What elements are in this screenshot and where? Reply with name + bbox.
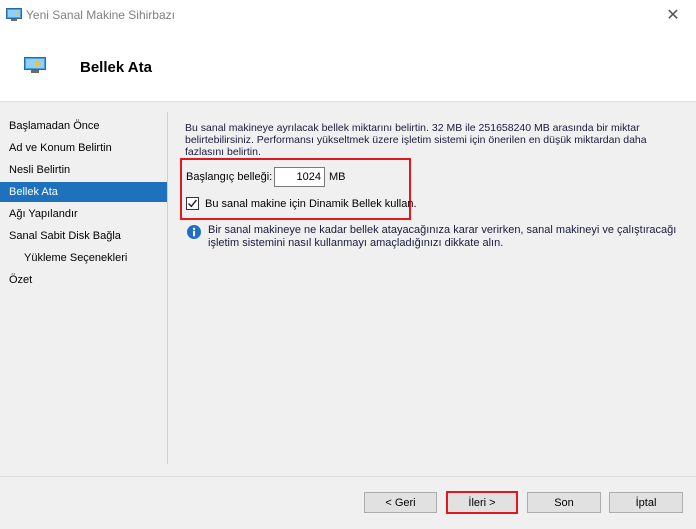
dynamic-memory-label: Bu sanal makine için Dinamik Bellek kull… bbox=[205, 198, 417, 210]
nav-item-before-you-begin[interactable]: Başlamadan Önce bbox=[0, 116, 167, 136]
window-title: Yeni Sanal Makine Sihirbazı bbox=[26, 8, 175, 22]
close-button[interactable]: ✕ bbox=[650, 0, 696, 30]
nav-item-summary[interactable]: Özet bbox=[0, 270, 167, 290]
virtual-machine-icon bbox=[6, 8, 22, 21]
nav-item-configure-network[interactable]: Ağı Yapılandır bbox=[0, 204, 167, 224]
close-icon: ✕ bbox=[666, 7, 680, 24]
virtual-machine-icon bbox=[24, 57, 46, 73]
nav-item-installation-options[interactable]: Yükleme Seçenekleri bbox=[0, 248, 167, 268]
memory-unit-label: MB bbox=[329, 171, 346, 183]
next-button[interactable]: İleri > bbox=[446, 491, 518, 514]
nav-item-generation[interactable]: Nesli Belirtin bbox=[0, 160, 167, 180]
dynamic-memory-checkbox[interactable] bbox=[186, 197, 199, 210]
cancel-button[interactable]: İptal bbox=[609, 492, 683, 513]
startup-memory-label: Başlangıç belleği: bbox=[186, 171, 273, 183]
finish-button[interactable]: Son bbox=[527, 492, 601, 513]
title-bar: Yeni Sanal Makine Sihirbazı ✕ bbox=[0, 0, 696, 30]
nav-item-name-location[interactable]: Ad ve Konum Belirtin bbox=[0, 138, 167, 158]
nav-item-assign-memory[interactable]: Bellek Ata bbox=[0, 182, 167, 202]
info-text: Bir sanal makineye ne kadar bellek ataya… bbox=[208, 224, 677, 249]
back-button[interactable]: < Geri bbox=[364, 492, 437, 513]
nav-item-connect-virtual-disk[interactable]: Sanal Sabit Disk Bağla bbox=[0, 226, 167, 246]
checkmark-icon bbox=[188, 199, 198, 208]
page-title: Bellek Ata bbox=[80, 59, 152, 76]
wizard-steps-nav: Başlamadan Önce Ad ve Konum Belirtin Nes… bbox=[0, 112, 168, 464]
info-icon bbox=[187, 225, 201, 239]
memory-description: Bu sanal makineye ayrılacak bellek mikta… bbox=[185, 122, 647, 158]
startup-memory-input[interactable] bbox=[274, 167, 325, 187]
wizard-header: Bellek Ata bbox=[0, 30, 696, 102]
